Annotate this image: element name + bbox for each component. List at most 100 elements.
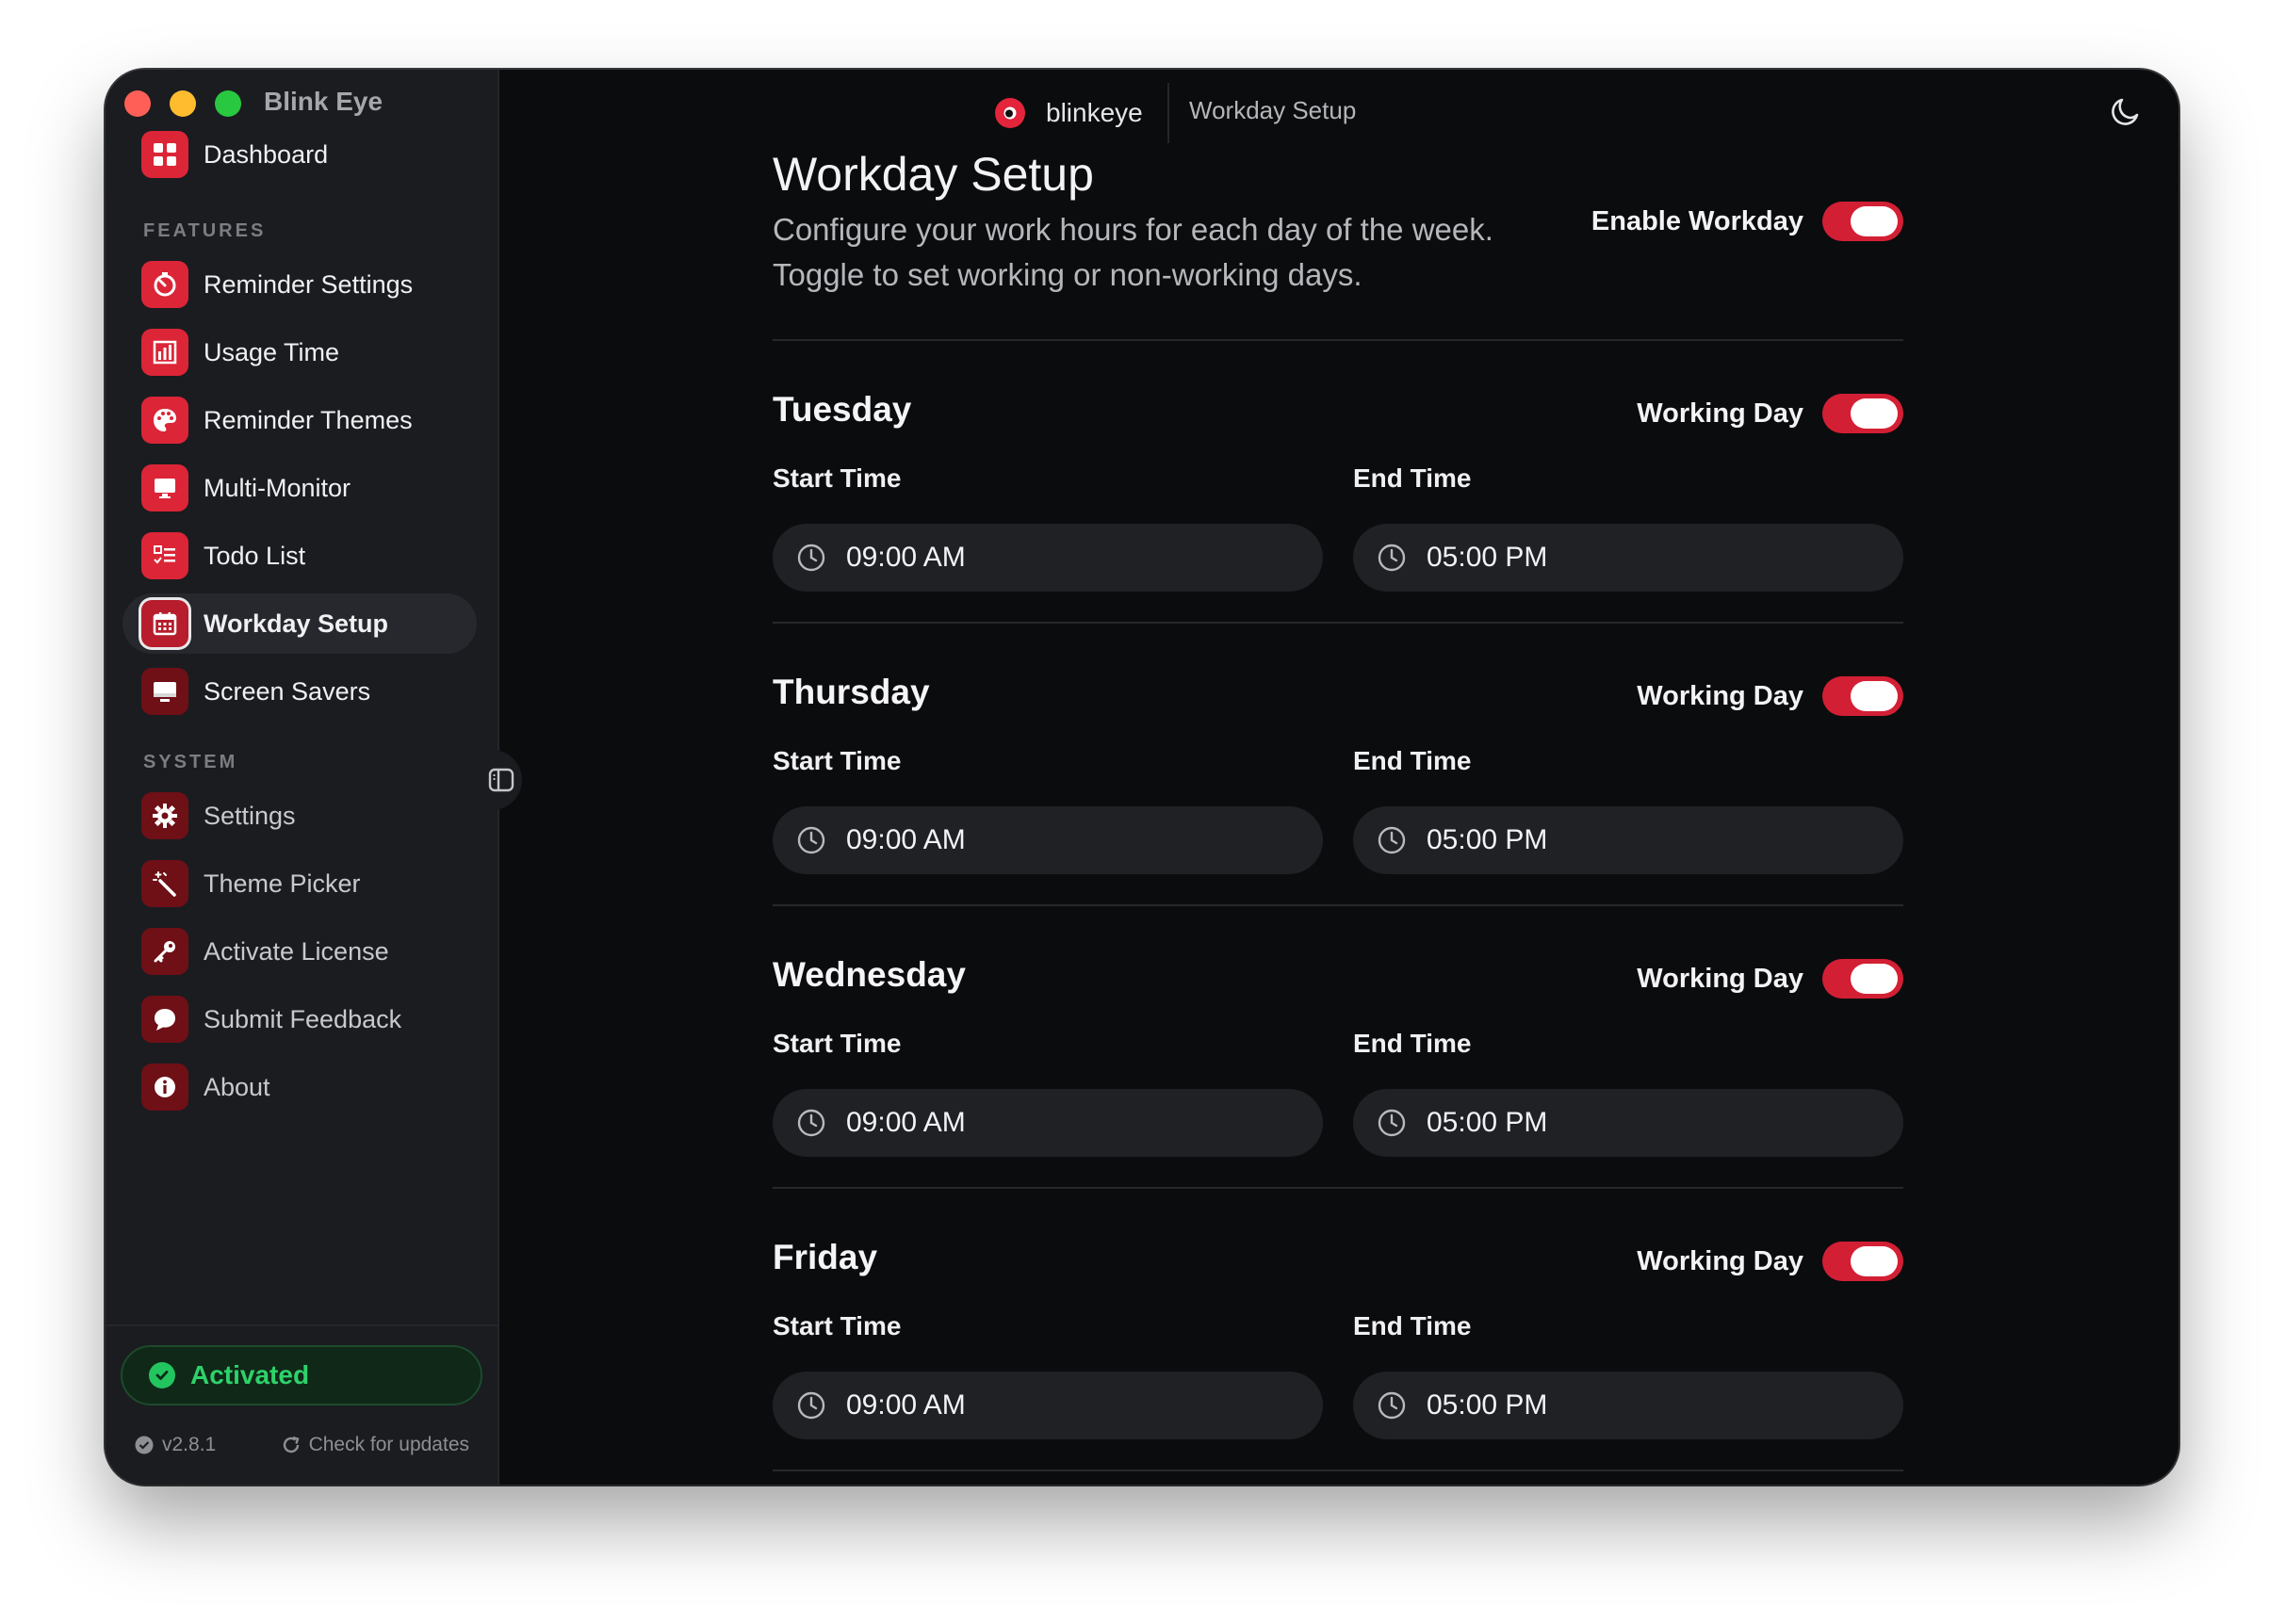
end-time-value: 05:00 PM [1427, 1107, 1548, 1138]
refresh-icon [283, 1436, 300, 1453]
enable-workday-label: Enable Workday [1591, 205, 1803, 236]
clock-icon [1378, 1109, 1406, 1137]
magic-wand-icon [141, 860, 188, 907]
sidebar-item-label: Settings [204, 801, 296, 830]
sidebar-item-usage-time[interactable]: Usage Time [122, 322, 477, 382]
working-day-row: Working Day [1637, 676, 1903, 716]
working-day-row: Working Day [1637, 394, 1903, 433]
start-time-label: Start Time [773, 1029, 902, 1058]
toggle-knob [1851, 398, 1898, 429]
working-day-label: Working Day [1637, 398, 1803, 429]
start-time-input[interactable]: 09:00 AM [773, 806, 1323, 874]
sidebar-item-label: Activate License [204, 936, 389, 966]
start-time-value: 09:00 AM [846, 824, 966, 855]
clock-icon [1378, 544, 1406, 572]
end-time-input[interactable]: 05:00 PM [1353, 524, 1903, 592]
end-time-value: 05:00 PM [1427, 542, 1548, 573]
clock-icon [1378, 1391, 1406, 1420]
minimize-window-button[interactable] [170, 90, 196, 117]
subtitle-line: Toggle to set working or non-working day… [773, 257, 1362, 292]
end-time-value: 05:00 PM [1427, 824, 1548, 855]
sidebar-item-label: Usage Time [204, 337, 340, 366]
enable-workday-toggle[interactable] [1822, 202, 1903, 241]
monitor-icon [141, 464, 188, 512]
working-day-row: Working Day [1637, 1242, 1903, 1281]
toggle-knob [1851, 964, 1898, 994]
zoom-window-button[interactable] [215, 90, 241, 117]
sidebar-item-about[interactable]: About [122, 1057, 477, 1117]
version-label: v2.8.1 [162, 1434, 217, 1455]
verified-icon [135, 1436, 154, 1454]
start-time-input[interactable]: 09:00 AM [773, 1089, 1323, 1157]
key-icon [141, 928, 188, 975]
subtitle-line: Configure your work hours for each day o… [773, 212, 1493, 247]
day-card-thursday: Thursday Working Day Start Time End Time… [773, 624, 1903, 904]
enable-workday-row: Enable Workday [1591, 202, 1903, 241]
sidebar-item-label: About [204, 1072, 270, 1101]
end-time-input[interactable]: 05:00 PM [1353, 806, 1903, 874]
sidebar-item-label: Theme Picker [204, 869, 361, 898]
version-info: v2.8.1 [134, 1434, 216, 1456]
app-title: Blink Eye [264, 87, 383, 116]
working-day-label: Working Day [1637, 1245, 1803, 1276]
start-time-value: 09:00 AM [846, 542, 966, 573]
day-card-wednesday: Wednesday Working Day Start Time End Tim… [773, 906, 1903, 1187]
stopwatch-icon [141, 261, 188, 308]
sidebar-item-activate-license[interactable]: Activate License [122, 921, 477, 982]
start-time-value: 09:00 AM [846, 1107, 966, 1138]
working-day-toggle[interactable] [1822, 676, 1903, 716]
end-time-label: End Time [1353, 746, 1472, 775]
working-day-label: Working Day [1637, 963, 1803, 994]
dashboard-icon [141, 131, 188, 178]
start-time-input[interactable]: 09:00 AM [773, 1372, 1323, 1439]
page-title: Workday Setup [773, 148, 1094, 201]
sidebar-item-multi-monitor[interactable]: Multi-Monitor [122, 458, 477, 518]
dark-mode-toggle[interactable] [2107, 92, 2145, 130]
section-divider [773, 1470, 1903, 1471]
calendar-icon [141, 600, 188, 647]
clock-icon [797, 544, 825, 572]
sidebar-item-label: Multi-Monitor [204, 473, 351, 502]
sidebar-item-label: Reminder Themes [204, 405, 413, 434]
working-day-toggle[interactable] [1822, 959, 1903, 999]
sidebar-item-submit-feedback[interactable]: Submit Feedback [122, 989, 477, 1049]
sidebar-item-workday-setup[interactable]: Workday Setup [122, 593, 477, 654]
toggle-knob [1851, 206, 1898, 236]
checklist-icon [141, 532, 188, 579]
sidebar-item-screen-savers[interactable]: Screen Savers [122, 661, 477, 722]
start-time-label: Start Time [773, 463, 902, 493]
palette-icon [141, 397, 188, 444]
end-time-label: End Time [1353, 1311, 1472, 1340]
window-controls [124, 90, 241, 117]
sidebar-item-label: Submit Feedback [204, 1004, 402, 1033]
day-name: Friday [773, 1238, 878, 1276]
sidebar: Blink Eye Dashboard FEATURES Reminder Se… [106, 70, 499, 1485]
end-time-input[interactable]: 05:00 PM [1353, 1372, 1903, 1439]
license-status-badge: Activated [121, 1345, 482, 1405]
toggle-knob [1851, 1246, 1898, 1276]
end-time-input[interactable]: 05:00 PM [1353, 1089, 1903, 1157]
sidebar-item-todo-list[interactable]: Todo List [122, 526, 477, 586]
working-day-toggle[interactable] [1822, 394, 1903, 433]
system-heading: SYSTEM [143, 752, 238, 772]
main-content: Workday Setup Configure your work hours … [773, 70, 1903, 1485]
start-time-value: 09:00 AM [846, 1389, 966, 1421]
clock-icon [797, 1391, 825, 1420]
sidebar-item-theme-picker[interactable]: Theme Picker [122, 853, 477, 914]
clock-icon [1378, 826, 1406, 854]
check-updates-button[interactable]: Check for updates [281, 1434, 469, 1456]
working-day-toggle[interactable] [1822, 1242, 1903, 1281]
start-time-label: Start Time [773, 746, 902, 775]
clock-icon [797, 1109, 825, 1137]
sidebar-item-label: Workday Setup [204, 609, 389, 638]
sidebar-item-dashboard[interactable]: Dashboard [122, 124, 477, 185]
sidebar-toggle-button[interactable] [481, 750, 522, 810]
sidebar-item-reminder-themes[interactable]: Reminder Themes [122, 390, 477, 450]
end-time-label: End Time [1353, 1029, 1472, 1058]
start-time-input[interactable]: 09:00 AM [773, 524, 1323, 592]
sidebar-item-reminder-settings[interactable]: Reminder Settings [122, 254, 477, 315]
close-window-button[interactable] [124, 90, 151, 117]
page-subtitle: Configure your work hours for each day o… [773, 207, 1545, 298]
end-time-value: 05:00 PM [1427, 1389, 1548, 1421]
sidebar-item-settings[interactable]: Settings [122, 786, 477, 846]
